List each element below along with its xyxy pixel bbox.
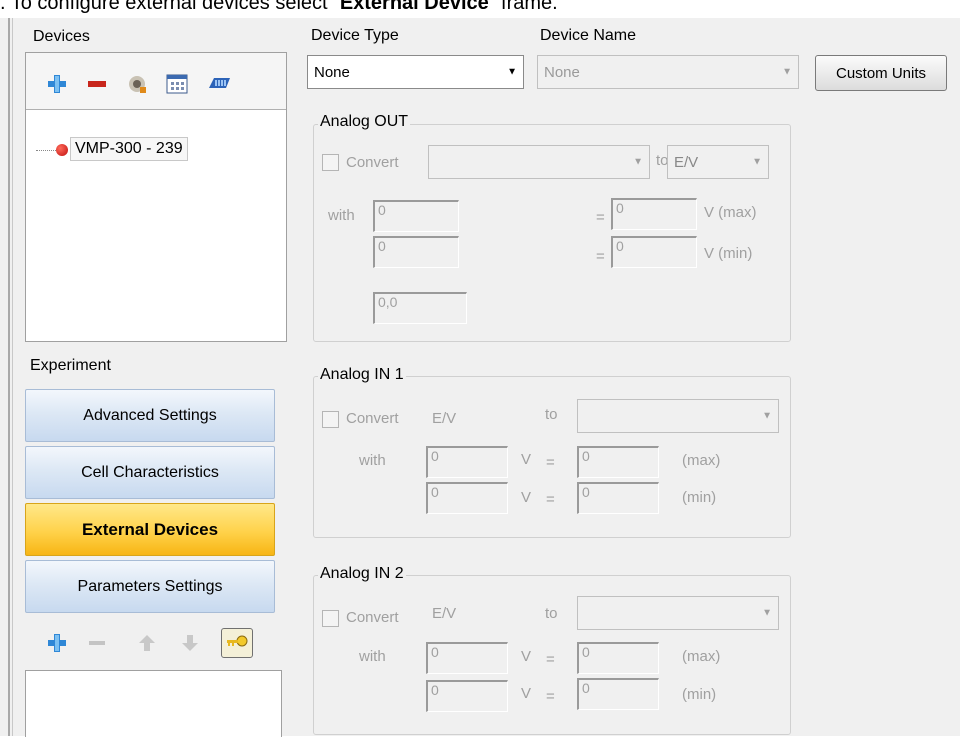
analog-in1-with-label: with bbox=[359, 452, 386, 469]
analog-in2-to-label: to bbox=[545, 605, 558, 622]
analog-out-convert-checkbox[interactable] bbox=[322, 154, 339, 171]
analog-in1-max-label: (max) bbox=[682, 452, 721, 469]
analog-out-unit-value: E/V bbox=[674, 153, 699, 171]
analog-out-title: Analog OUT bbox=[318, 113, 411, 131]
analog-in2-convert-checkbox[interactable] bbox=[322, 610, 339, 627]
analog-in1-convert-checkbox[interactable] bbox=[322, 411, 339, 428]
chevron-down-icon: ▼ bbox=[507, 66, 517, 78]
nav-external-devices[interactable]: External Devices bbox=[25, 503, 275, 556]
chevron-down-icon: ▼ bbox=[633, 156, 643, 168]
key-icon bbox=[225, 633, 249, 653]
analog-out-with-label: with bbox=[328, 207, 355, 224]
analog-in2-unit-select[interactable]: ▼ bbox=[577, 596, 779, 630]
nav-advanced-settings[interactable]: Advanced Settings bbox=[25, 389, 275, 442]
analog-in2-v-2: V bbox=[521, 685, 532, 702]
analog-out-convert-label: Convert bbox=[346, 154, 399, 171]
device-type-label: Device Type bbox=[311, 27, 399, 44]
analog-in1-input-c[interactable]: 0 bbox=[577, 446, 659, 478]
status-dot-icon bbox=[56, 144, 68, 156]
analog-out-input-2[interactable]: 0 bbox=[373, 236, 459, 268]
analog-in1-eq-1: = bbox=[546, 454, 555, 471]
analog-in1-v-1: V bbox=[521, 451, 532, 468]
analog-in2-with-label: with bbox=[359, 648, 386, 665]
devices-toolbar bbox=[26, 53, 286, 110]
analog-in2-convert-label: Convert bbox=[346, 609, 399, 626]
device-type-select[interactable]: None ▼ bbox=[307, 55, 524, 89]
nav-parameters-settings[interactable]: Parameters Settings bbox=[25, 560, 275, 613]
device-name-value: None bbox=[544, 63, 580, 81]
analog-out-input-1[interactable]: 0 bbox=[373, 200, 459, 232]
analog-in2-input-a[interactable]: 0 bbox=[426, 642, 508, 674]
chevron-down-icon: ▼ bbox=[762, 410, 772, 422]
device-name-label: Device Name bbox=[540, 27, 637, 44]
experiment-toolbar bbox=[25, 614, 275, 670]
analog-out-input-3[interactable]: 0 bbox=[611, 198, 697, 230]
minus-icon[interactable] bbox=[86, 73, 108, 95]
analog-in2-title: Analog IN 2 bbox=[318, 565, 406, 583]
analog-in2-eq-1: = bbox=[546, 651, 555, 668]
analog-in2-max-label: (max) bbox=[682, 648, 721, 665]
analog-in1-title: Analog IN 1 bbox=[318, 366, 406, 384]
analog-out-input-4[interactable]: 0 bbox=[611, 236, 697, 268]
calendar-icon[interactable] bbox=[166, 73, 188, 95]
analog-in1-v-2: V bbox=[521, 489, 532, 506]
analog-in2-min-label: (min) bbox=[682, 686, 717, 703]
chevron-down-icon: ▼ bbox=[762, 607, 772, 619]
analog-out-eq-1: = bbox=[596, 209, 605, 226]
analog-in1-to-label: to bbox=[545, 406, 558, 423]
analog-in2-unit-label: E/V bbox=[432, 605, 457, 622]
analog-out-input-5[interactable]: 0,0 bbox=[373, 292, 467, 324]
device-icon[interactable] bbox=[206, 73, 232, 95]
analog-in1-eq-2: = bbox=[546, 491, 555, 508]
window-border bbox=[8, 18, 10, 736]
analog-in1-convert-label: Convert bbox=[346, 410, 399, 427]
wrench-icon[interactable] bbox=[126, 73, 148, 95]
devices-label: Devices bbox=[33, 28, 90, 45]
chevron-down-icon: ▼ bbox=[782, 66, 792, 78]
analog-in2-input-b[interactable]: 0 bbox=[426, 680, 508, 712]
devices-panel: VMP-300 - 239 bbox=[25, 52, 287, 342]
minus-icon[interactable] bbox=[86, 632, 108, 654]
analog-in2-eq-2: = bbox=[546, 688, 555, 705]
nav-cell-characteristics[interactable]: Cell Characteristics bbox=[25, 446, 275, 499]
chevron-down-icon: ▼ bbox=[752, 156, 762, 168]
instruction-caption: . To configure external devices select “… bbox=[0, 0, 558, 14]
experiment-list bbox=[25, 670, 282, 737]
analog-in1-input-b[interactable]: 0 bbox=[426, 482, 508, 514]
device-name-select[interactable]: None ▼ bbox=[537, 55, 799, 89]
tree-item-device[interactable]: VMP-300 - 239 bbox=[70, 137, 188, 161]
analog-in1-unit-select[interactable]: ▼ bbox=[577, 399, 779, 433]
experiment-label: Experiment bbox=[30, 357, 111, 374]
analog-in2-input-d[interactable]: 0 bbox=[577, 678, 659, 710]
analog-out-vmax-label: V (max) bbox=[704, 204, 757, 221]
analog-in1-input-a[interactable]: 0 bbox=[426, 446, 508, 478]
key-button[interactable] bbox=[221, 628, 253, 658]
arrow-down-icon[interactable] bbox=[179, 632, 201, 654]
analog-out-unit-select[interactable]: E/V ▼ bbox=[667, 145, 769, 179]
window-border-inner bbox=[12, 18, 13, 736]
analog-in1-min-label: (min) bbox=[682, 489, 717, 506]
analog-out-from-select[interactable]: ▼ bbox=[428, 145, 650, 179]
arrow-up-icon[interactable] bbox=[136, 632, 158, 654]
device-type-value: None bbox=[314, 63, 350, 81]
analog-in1-input-d[interactable]: 0 bbox=[577, 482, 659, 514]
analog-in2-input-c[interactable]: 0 bbox=[577, 642, 659, 674]
analog-out-eq-2: = bbox=[596, 248, 605, 265]
analog-out-vmin-label: V (min) bbox=[704, 245, 753, 262]
analog-in1-unit-label: E/V bbox=[432, 410, 457, 427]
custom-units-button[interactable]: Custom Units bbox=[815, 55, 947, 91]
analog-in2-v-1: V bbox=[521, 648, 532, 665]
plus-icon[interactable] bbox=[46, 632, 68, 654]
plus-icon[interactable] bbox=[46, 73, 68, 95]
